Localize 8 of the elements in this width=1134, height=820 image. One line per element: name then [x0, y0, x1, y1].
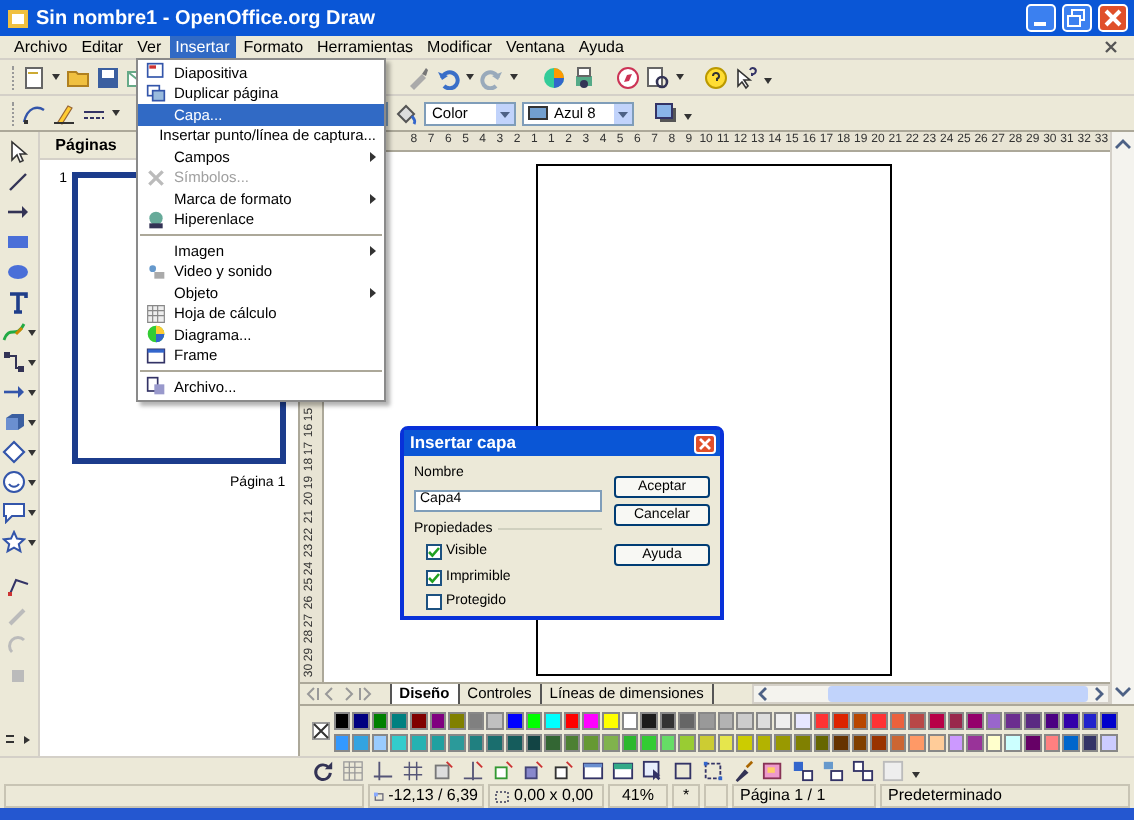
dialog-title: Insertar capa [410, 430, 516, 456]
size-field: 0,00 x 0,00 [488, 784, 604, 808]
window-title: Sin nombre1 - OpenOffice.org Draw [36, 5, 375, 33]
position-field: -12,13 / 6,39 [368, 784, 484, 808]
panel-title: Páginas [55, 133, 117, 157]
page-field: Página 1 / 1 [732, 784, 876, 808]
modified-field: * [672, 784, 700, 808]
style-field: Predeterminado [880, 784, 1130, 808]
